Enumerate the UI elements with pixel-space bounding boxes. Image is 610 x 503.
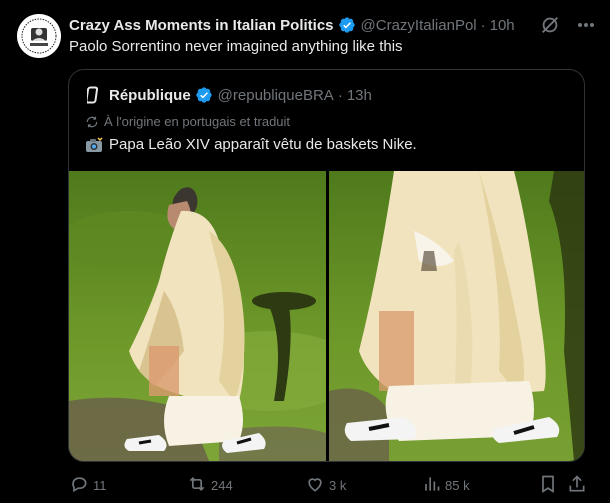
like-count: 3 k	[329, 477, 347, 493]
separator-dot: ·	[480, 16, 486, 34]
separator-dot: ·	[337, 86, 343, 104]
views-button[interactable]: 85 k	[421, 474, 470, 496]
more-icon[interactable]	[574, 14, 598, 36]
quoted-tweet[interactable]: République @republiqueBRA · 13h À l'orig…	[68, 69, 585, 462]
author-name[interactable]: Crazy Ass Moments in Italian Politics	[69, 17, 334, 34]
quoted-time[interactable]: 13h	[347, 87, 372, 104]
author-avatar[interactable]	[17, 14, 61, 58]
reply-icon	[69, 474, 93, 497]
reply-button[interactable]: 11	[69, 474, 107, 496]
translation-note[interactable]: À l'origine en portugais et traduit	[85, 114, 290, 129]
bookmark-icon	[538, 474, 562, 497]
quoted-author-name[interactable]: République	[109, 87, 191, 104]
repost-icon	[187, 474, 211, 497]
post-time[interactable]: 10h	[490, 17, 515, 34]
translate-icon	[85, 115, 99, 129]
repost-count: 244	[211, 477, 233, 493]
bookmark-button[interactable]	[538, 474, 562, 496]
quoted-text: Papa Leão XIV apparaît vêtu de baskets N…	[85, 136, 417, 153]
reply-count: 11	[93, 477, 107, 493]
like-button[interactable]: 3 k	[305, 474, 346, 496]
author-handle[interactable]: @CrazyItalianPol	[361, 17, 477, 34]
views-icon	[421, 474, 445, 497]
quoted-avatar[interactable]	[85, 85, 101, 105]
like-icon	[305, 474, 329, 497]
tweet-text: Paolo Sorrentino never imagined anything…	[69, 38, 403, 55]
grok-icon[interactable]	[539, 14, 561, 36]
action-bar: 11 244 3 k 85 k	[69, 474, 589, 496]
quoted-text-content: Papa Leão XIV apparaît vêtu de baskets N…	[109, 136, 417, 153]
quoted-author-handle[interactable]: @republiqueBRA	[218, 87, 334, 104]
photo-2[interactable]	[329, 171, 584, 461]
verified-badge-icon	[195, 86, 213, 104]
translation-label: À l'origine en portugais et traduit	[104, 114, 291, 129]
tweet-header: Crazy Ass Moments in Italian Politics @C…	[69, 15, 539, 35]
verified-badge-icon	[338, 16, 356, 34]
repost-button[interactable]: 244	[187, 474, 233, 496]
camera-emoji-icon	[85, 136, 103, 153]
views-count: 85 k	[445, 477, 470, 493]
tweet: Crazy Ass Moments in Italian Politics @C…	[0, 0, 610, 503]
photo-1[interactable]	[69, 171, 326, 461]
quoted-header: République @republiqueBRA · 13h	[85, 85, 372, 105]
share-icon	[567, 474, 591, 497]
share-button[interactable]	[567, 474, 591, 496]
